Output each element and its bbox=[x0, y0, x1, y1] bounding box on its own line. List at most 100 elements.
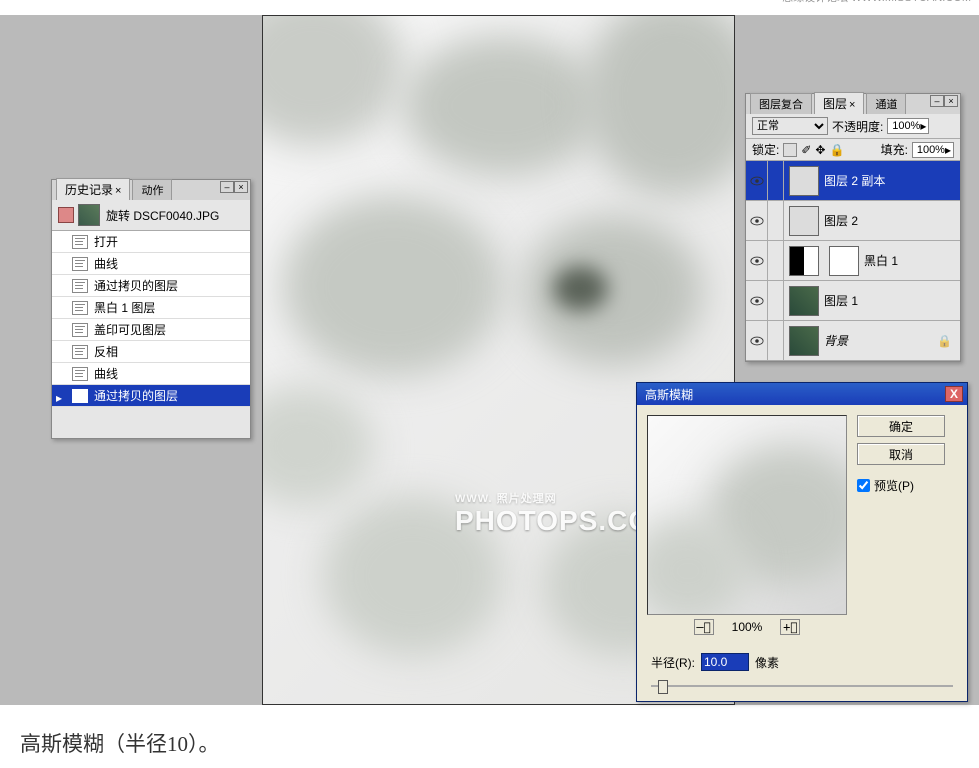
history-item-label: 反相 bbox=[94, 343, 118, 360]
lock-transparency-icon[interactable] bbox=[783, 143, 797, 157]
layer-thumb[interactable] bbox=[789, 206, 819, 236]
close-dialog-icon[interactable]: X bbox=[945, 386, 963, 402]
zoom-out-button[interactable]: –⃞ bbox=[694, 619, 714, 635]
history-item-label: 通过拷贝的图层 bbox=[94, 277, 178, 294]
visibility-eye-icon[interactable] bbox=[746, 241, 768, 281]
history-item[interactable]: 曲线 bbox=[52, 253, 250, 275]
tab-channels[interactable]: 通道 bbox=[866, 93, 906, 114]
visibility-eye-icon[interactable] bbox=[746, 321, 768, 361]
radius-unit: 像素 bbox=[755, 654, 779, 671]
link-cell[interactable] bbox=[768, 201, 784, 241]
visibility-eye-icon[interactable] bbox=[746, 281, 768, 321]
history-item[interactable]: 曲线 bbox=[52, 363, 250, 385]
zoom-level: 100% bbox=[732, 620, 763, 634]
history-item[interactable]: 通过拷贝的图层 bbox=[52, 275, 250, 297]
visibility-eye-icon[interactable] bbox=[746, 161, 768, 201]
chevron-down-icon[interactable]: ▸ bbox=[945, 143, 951, 157]
layer-row[interactable]: 图层 2 bbox=[746, 201, 960, 241]
link-cell[interactable] bbox=[768, 321, 784, 361]
watermark-mid1: WWW. 照片处理网 bbox=[455, 490, 557, 506]
layer-thumb[interactable] bbox=[789, 246, 819, 276]
dialog-titlebar[interactable]: 高斯模糊 X bbox=[637, 383, 967, 405]
layer-name[interactable]: 图层 2 副本 bbox=[824, 172, 885, 189]
tab-layer-comps[interactable]: 图层复合 bbox=[750, 93, 812, 114]
slider-thumb-icon[interactable] bbox=[658, 680, 668, 694]
watermark-top: 思缘设计论坛 WWW.MISSYUAN.COM bbox=[782, 0, 971, 5]
snapshot-icon bbox=[58, 207, 74, 223]
caption: 高斯模糊（半径10）。 bbox=[20, 728, 220, 758]
history-item[interactable]: ▸ 通过拷贝的图层 bbox=[52, 385, 250, 407]
history-step-icon bbox=[72, 389, 88, 403]
minimize-icon[interactable]: – bbox=[930, 95, 944, 107]
history-item[interactable]: 反相 bbox=[52, 341, 250, 363]
cancel-button[interactable]: 取消 bbox=[857, 443, 945, 465]
layer-row[interactable]: 黑白 1 bbox=[746, 241, 960, 281]
chevron-down-icon[interactable]: ▸ bbox=[920, 119, 926, 133]
history-step-icon bbox=[72, 367, 88, 381]
history-item-label: 打开 bbox=[94, 233, 118, 250]
lock-label: 锁定: bbox=[752, 141, 779, 158]
layer-thumb[interactable] bbox=[789, 286, 819, 316]
lock-all-icon[interactable]: 🔒 bbox=[829, 143, 844, 157]
snapshot-label: 旋转 DSCF0040.JPG bbox=[106, 207, 219, 224]
blend-mode-select[interactable]: 正常 bbox=[752, 117, 828, 135]
preview-checkbox-label[interactable]: 预览(P) bbox=[857, 477, 945, 494]
layer-list: 图层 2 副本图层 2 黑白 1 图层 1 背景 🔒 bbox=[746, 161, 960, 361]
layer-row[interactable]: 图层 1 bbox=[746, 281, 960, 321]
fill-label: 填充: bbox=[881, 141, 908, 158]
radius-input[interactable] bbox=[701, 653, 749, 671]
layer-row[interactable]: 图层 2 副本 bbox=[746, 161, 960, 201]
tab-layers[interactable]: 图层× bbox=[814, 92, 864, 114]
tab-actions[interactable]: 动作 bbox=[132, 179, 172, 200]
link-cell[interactable] bbox=[768, 241, 784, 281]
lock-move-icon[interactable]: ✥ bbox=[815, 143, 825, 157]
ok-button[interactable]: 确定 bbox=[857, 415, 945, 437]
history-pointer-icon: ▸ bbox=[56, 391, 66, 401]
close-panel-icon[interactable]: × bbox=[234, 181, 248, 193]
preview-checkbox[interactable] bbox=[857, 479, 870, 492]
blur-preview[interactable] bbox=[647, 415, 847, 615]
layer-options-row: 正常 不透明度: ▸ bbox=[746, 114, 960, 139]
history-step-icon bbox=[72, 301, 88, 315]
link-cell[interactable] bbox=[768, 281, 784, 321]
history-item-label: 通过拷贝的图层 bbox=[94, 387, 178, 404]
history-item[interactable]: 打开 bbox=[52, 231, 250, 253]
layer-thumb[interactable] bbox=[789, 326, 819, 356]
history-snapshot[interactable]: 旋转 DSCF0040.JPG bbox=[52, 200, 250, 231]
gaussian-blur-dialog: 高斯模糊 X –⃞ 100% +⃞ 确定 取消 预览(P) bbox=[636, 382, 968, 702]
lock-row: 锁定: ✐ ✥ 🔒 填充: ▸ bbox=[746, 139, 960, 161]
layer-mask-thumb[interactable] bbox=[829, 246, 859, 276]
layer-name[interactable]: 图层 1 bbox=[824, 292, 858, 309]
close-icon[interactable]: × bbox=[115, 185, 121, 197]
zoom-in-button[interactable]: +⃞ bbox=[780, 619, 800, 635]
history-tabs: 历史记录× 动作 – × bbox=[52, 180, 250, 200]
history-step-icon bbox=[72, 257, 88, 271]
history-step-icon bbox=[72, 345, 88, 359]
visibility-eye-icon[interactable] bbox=[746, 201, 768, 241]
layer-name[interactable]: 背景 bbox=[824, 332, 848, 349]
lock-icon: 🔒 bbox=[937, 334, 952, 348]
history-list: 打开曲线通过拷贝的图层黑白 1 图层盖印可见图层反相曲线▸通过拷贝的图层 bbox=[52, 231, 250, 407]
minimize-icon[interactable]: – bbox=[220, 181, 234, 193]
opacity-input[interactable] bbox=[890, 120, 920, 132]
history-item[interactable]: 盖印可见图层 bbox=[52, 319, 250, 341]
layers-tabs: 图层复合 图层× 通道 – × bbox=[746, 94, 960, 114]
close-icon[interactable]: × bbox=[849, 99, 855, 111]
link-cell[interactable] bbox=[768, 161, 784, 201]
history-item[interactable]: 黑白 1 图层 bbox=[52, 297, 250, 319]
radius-label: 半径(R): bbox=[651, 654, 695, 671]
radius-slider[interactable] bbox=[651, 677, 953, 695]
close-panel-icon[interactable]: × bbox=[944, 95, 958, 107]
layer-thumb[interactable] bbox=[789, 166, 819, 196]
lock-brush-icon[interactable]: ✐ bbox=[801, 143, 811, 157]
history-item-label: 曲线 bbox=[94, 365, 118, 382]
history-panel: 历史记录× 动作 – × 旋转 DSCF0040.JPG 打开曲线通过拷贝的图层… bbox=[51, 179, 251, 439]
tab-history[interactable]: 历史记录× bbox=[56, 178, 130, 200]
layer-name[interactable]: 图层 2 bbox=[824, 212, 858, 229]
layer-name[interactable]: 黑白 1 bbox=[864, 252, 898, 269]
history-item-label: 曲线 bbox=[94, 255, 118, 272]
fill-input[interactable] bbox=[915, 144, 945, 156]
history-step-icon bbox=[72, 279, 88, 293]
snapshot-thumb bbox=[78, 204, 100, 226]
layer-row[interactable]: 背景 🔒 bbox=[746, 321, 960, 361]
